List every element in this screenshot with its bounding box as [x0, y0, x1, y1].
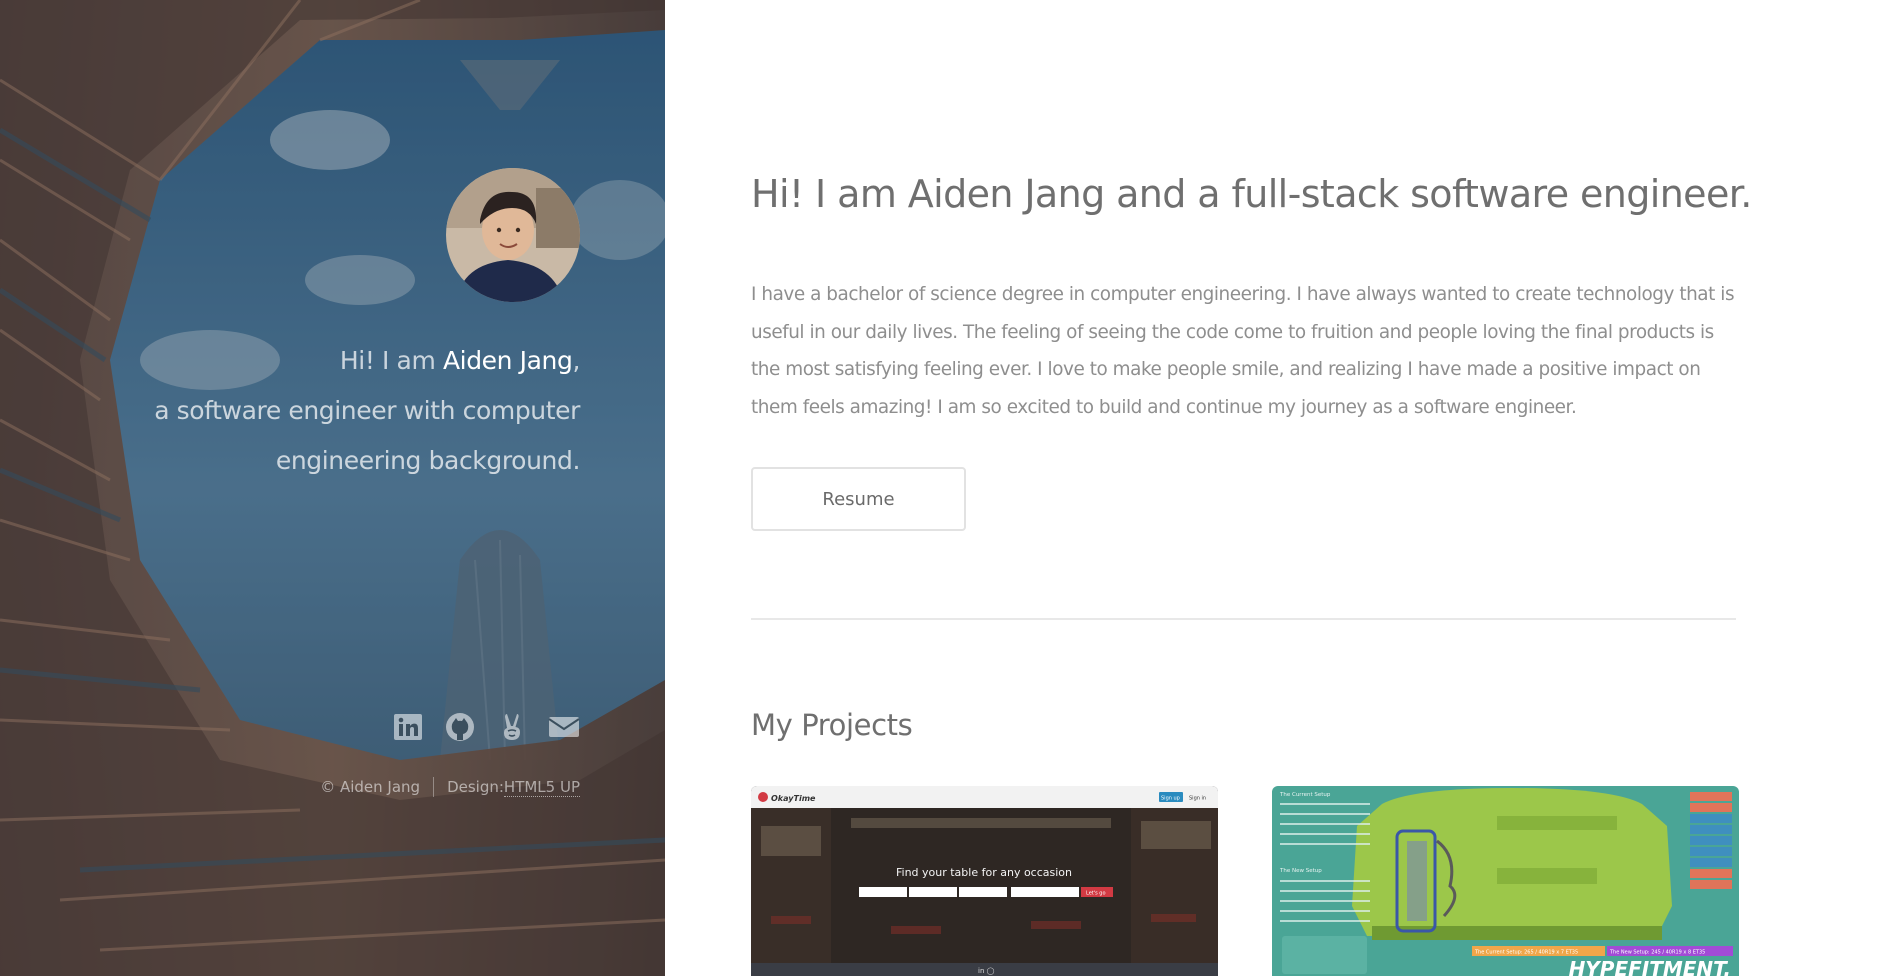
okaytime-signup: Sign up	[1161, 796, 1180, 802]
intro-line-2: a software engineer with computer	[154, 396, 580, 425]
okaytime-logo-icon	[758, 792, 768, 802]
projects-heading: My Projects	[751, 708, 913, 742]
design-link[interactable]: HTML5 UP	[503, 778, 580, 797]
project-thumbnail-hypefitment: The Current Setup The New Setup The Curr…	[1272, 786, 1739, 976]
hype-current-setup: The Current Setup	[1279, 792, 1331, 798]
intro-line-1: Hi! I am Aiden Jang,	[60, 336, 580, 386]
hype-current-bar: The Current Setup: 265 / 40R19 x 7 ET35	[1474, 950, 1578, 956]
bio-paragraph: I have a bachelor of science degree in c…	[751, 284, 1735, 418]
intro-line-3: engineering background.	[275, 446, 581, 475]
okaytime-signin: Sign in	[1189, 796, 1206, 802]
angellist-icon[interactable]	[496, 711, 528, 743]
github-icon[interactable]	[444, 711, 476, 743]
resume-button[interactable]: Resume	[751, 467, 966, 531]
copyright-text: © Aiden Jang	[320, 778, 421, 796]
hype-brand: HYPEFITMENT.	[1569, 957, 1731, 976]
copyright-divider	[433, 777, 435, 797]
sidebar-background-image	[0, 0, 665, 976]
intro-comma: ,	[572, 346, 580, 375]
intro-name: Aiden Jang	[442, 346, 573, 375]
avatar	[446, 168, 580, 302]
okaytime-cta: Let's go	[1086, 891, 1106, 897]
email-icon[interactable]	[548, 711, 580, 743]
page-headline: Hi! I am Aiden Jang and a full-stack sof…	[751, 172, 1752, 216]
okaytime-tagline: Find your table for any occasion	[896, 866, 1072, 879]
project-card-hypefitment[interactable]: The Current Setup The New Setup The Curr…	[1272, 786, 1739, 976]
svg-text:in ◯: in ◯	[978, 967, 995, 975]
copyright: © Aiden Jang Design: HTML5 UP	[320, 777, 580, 797]
section-divider	[751, 618, 1736, 620]
project-thumbnail-okaytime: OkayTime Sign up Sign in Find your table…	[751, 786, 1218, 976]
project-card-okaytime[interactable]: OkayTime Sign up Sign in Find your table…	[751, 786, 1218, 976]
social-links	[392, 711, 580, 743]
linkedin-icon[interactable]	[392, 711, 424, 743]
sidebar: Hi! I am Aiden Jang, a software engineer…	[0, 0, 665, 976]
hype-new-setup: The New Setup	[1279, 868, 1322, 874]
sidebar-intro: Hi! I am Aiden Jang, a software engineer…	[60, 336, 580, 486]
design-label: Design:	[447, 778, 504, 796]
intro-prefix: Hi! I am	[339, 346, 443, 375]
hype-menu	[1690, 792, 1732, 889]
okaytime-logo: OkayTime	[771, 794, 816, 803]
hype-new-bar: The New Setup: 245 / 40R19 x 8 ET35	[1609, 950, 1705, 956]
